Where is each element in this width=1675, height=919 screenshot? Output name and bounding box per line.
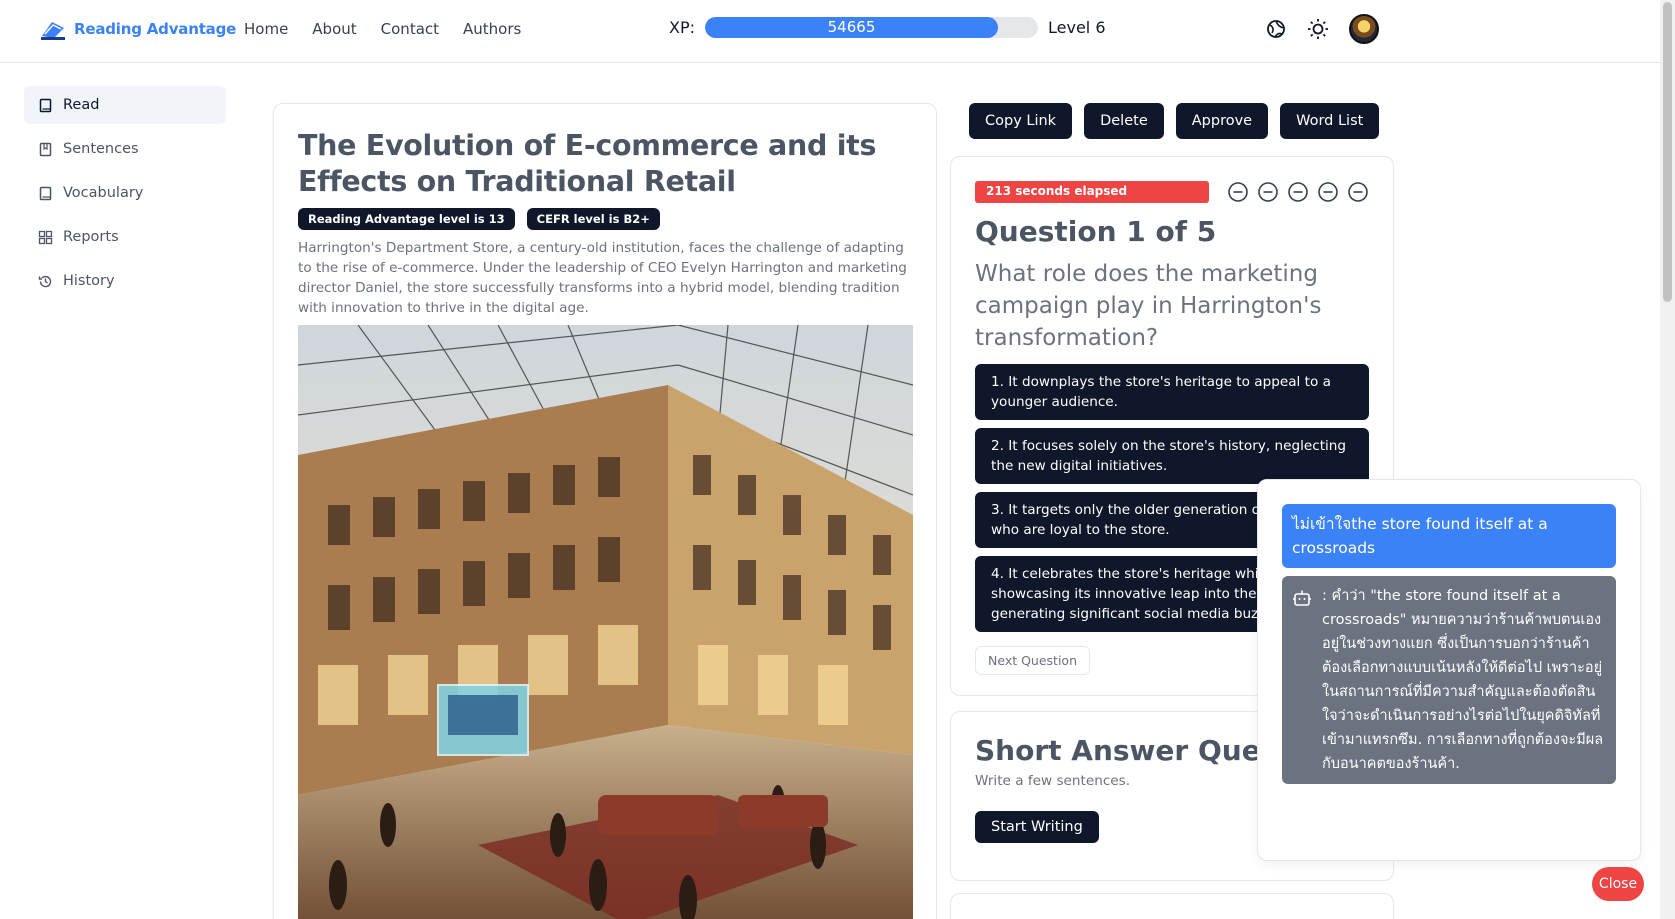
sidebar-item-vocabulary[interactable]: Vocabulary bbox=[24, 174, 226, 212]
approve-button[interactable]: Approve bbox=[1175, 103, 1269, 139]
nav-authors[interactable]: Authors bbox=[463, 20, 521, 38]
scrollbar-thumb[interactable] bbox=[1663, 2, 1672, 302]
question-text: What role does the marketing campaign pl… bbox=[975, 261, 1322, 351]
start-writing-button[interactable]: Start Writing bbox=[975, 811, 1099, 843]
article-summary: Harrington's Department Store, a century… bbox=[298, 240, 907, 316]
delete-button[interactable]: Delete bbox=[1084, 103, 1164, 139]
cefr-level-badge: CEFR level is B2+ bbox=[526, 208, 660, 230]
grid-icon bbox=[38, 230, 53, 244]
next-card bbox=[950, 893, 1394, 919]
elapsed-timer: 213 seconds elapsed bbox=[975, 181, 1209, 203]
nav-contact[interactable]: Contact bbox=[381, 20, 439, 38]
xp-value: 54665 bbox=[827, 18, 876, 36]
user-message: ไม่เข้าใจthe store found itself at a cro… bbox=[1282, 504, 1616, 568]
next-question-button[interactable]: Next Question bbox=[975, 646, 1091, 675]
main-nav: Home About Contact Authors bbox=[244, 20, 521, 38]
chat-panel: ไม่เข้าใจthe store found itself at a cro… bbox=[1257, 479, 1641, 861]
bookmark-book-icon bbox=[39, 142, 52, 156]
bot-message: : คำว่า "the store found itself at a cro… bbox=[1282, 576, 1616, 784]
book-icon bbox=[39, 98, 52, 112]
copy-link-button[interactable]: Copy Link bbox=[969, 103, 1073, 139]
bot-message-text: : คำว่า "the store found itself at a cro… bbox=[1322, 588, 1604, 772]
question-title: Question 1 of 5 bbox=[975, 215, 1217, 248]
level-label: Level 6 bbox=[1048, 18, 1106, 37]
timer-row: 213 seconds elapsed bbox=[975, 181, 1369, 203]
article-actions: Copy Link Delete Approve Word List bbox=[969, 103, 1380, 139]
user-avatar[interactable] bbox=[1349, 14, 1379, 44]
sidebar: Read Sentences Vocabulary Reports Histor… bbox=[24, 86, 226, 306]
xp-display: XP: 54665 Level 6 bbox=[669, 17, 1106, 38]
article-card: The Evolution of E-commerce and its Effe… bbox=[273, 103, 937, 919]
header-actions bbox=[1265, 14, 1379, 44]
history-icon bbox=[38, 275, 52, 287]
sidebar-item-read[interactable]: Read bbox=[24, 86, 226, 124]
sidebar-item-history[interactable]: History bbox=[24, 262, 226, 300]
sidebar-item-label: Reports bbox=[63, 229, 119, 245]
nav-home[interactable]: Home bbox=[244, 20, 288, 38]
bot-icon bbox=[1293, 590, 1311, 606]
sun-icon[interactable] bbox=[1307, 18, 1329, 40]
book-icon bbox=[39, 186, 52, 200]
word-list-button[interactable]: Word List bbox=[1280, 103, 1380, 139]
page-scrollbar[interactable] bbox=[1660, 0, 1675, 919]
minus-circle-icon bbox=[1348, 182, 1368, 202]
brand-name: Reading Advantage bbox=[74, 20, 237, 38]
nav-about[interactable]: About bbox=[312, 20, 356, 38]
sidebar-item-label: History bbox=[63, 273, 115, 289]
question-progress-indicators bbox=[1227, 181, 1369, 203]
article-illustration bbox=[298, 325, 913, 919]
close-chat-button[interactable]: Close bbox=[1592, 867, 1644, 901]
brand-logo[interactable]: Reading Advantage bbox=[40, 18, 236, 40]
answer-option-1[interactable]: 1. It downplays the store's heritage to … bbox=[975, 364, 1369, 420]
xp-label: XP: bbox=[669, 18, 695, 37]
xp-progress-bar: 54665 bbox=[705, 17, 1038, 38]
sidebar-item-sentences[interactable]: Sentences bbox=[24, 130, 226, 168]
minus-circle-icon bbox=[1288, 182, 1308, 202]
ra-level-badge: Reading Advantage level is 13 bbox=[298, 208, 515, 230]
sidebar-item-label: Sentences bbox=[63, 141, 139, 157]
article-title: The Evolution of E-commerce and its Effe… bbox=[298, 129, 877, 198]
answer-option-2[interactable]: 2. It focuses solely on the store's hist… bbox=[975, 428, 1369, 484]
level-badges: Reading Advantage level is 13 CEFR level… bbox=[298, 208, 912, 230]
department-store-illustration bbox=[298, 325, 913, 919]
sidebar-item-label: Vocabulary bbox=[63, 185, 144, 201]
logo-icon bbox=[41, 22, 65, 40]
minus-circle-icon bbox=[1258, 182, 1278, 202]
sidebar-item-reports[interactable]: Reports bbox=[24, 218, 226, 256]
sidebar-item-label: Read bbox=[63, 97, 100, 113]
top-header: Reading Advantage Home About Contact Aut… bbox=[0, 0, 1660, 63]
minus-circle-icon bbox=[1318, 182, 1338, 202]
minus-circle-icon bbox=[1228, 182, 1248, 202]
theme-toggle-icon[interactable] bbox=[1265, 18, 1287, 40]
